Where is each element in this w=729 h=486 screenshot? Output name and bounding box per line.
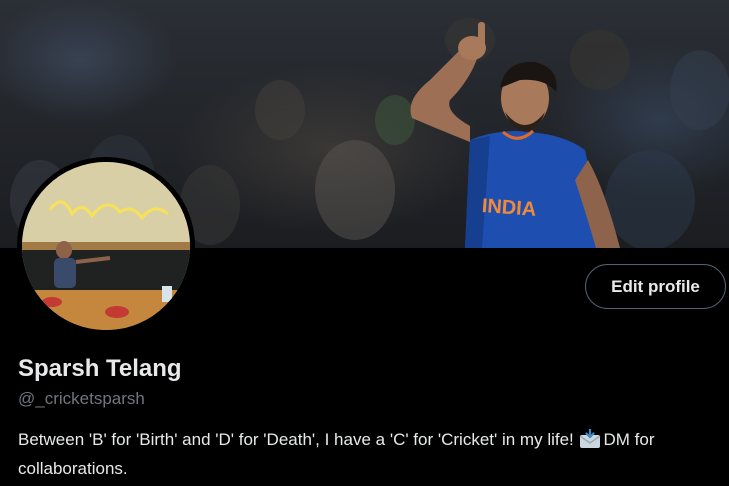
jersey-text: INDIA — [481, 195, 537, 221]
profile-handle: @_cricketsparsh — [18, 389, 145, 408]
profile-avatar[interactable] — [17, 157, 195, 335]
profile-bio: Between 'B' for 'Birth' and 'D' for 'Dea… — [18, 427, 718, 481]
bio-text-main: Between 'B' for 'Birth' and 'D' for 'Dea… — [18, 430, 574, 449]
avatar-photo — [22, 162, 190, 330]
edit-profile-button[interactable]: Edit profile — [585, 264, 726, 309]
profile-display-name: Sparsh Telang — [18, 355, 182, 382]
incoming-envelope-icon — [579, 427, 601, 456]
